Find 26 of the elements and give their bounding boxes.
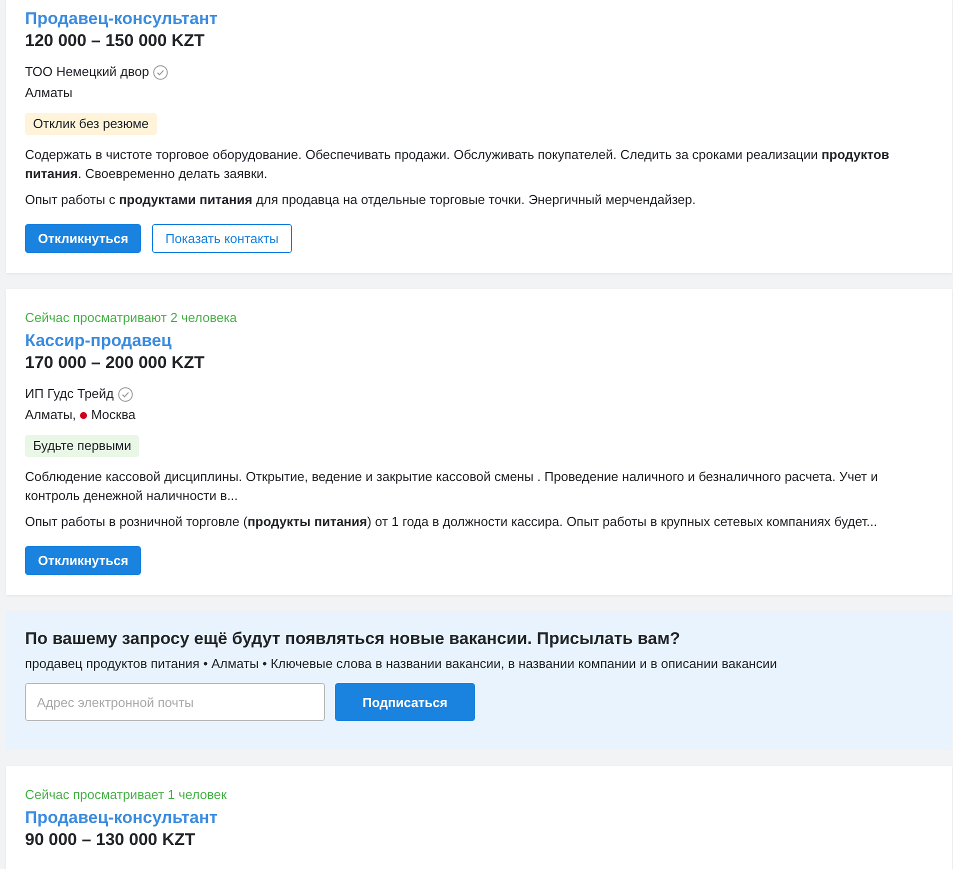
vacancy-description: Соблюдение кассовой дисциплины. Открытие, ведение и закрытие кассовой смены . Проведение наличного и безналичного расчета. Учет и контроль денежной наличности в... xyxy=(25,468,879,505)
vacancy-tag: Отклик без резюме xyxy=(25,113,157,135)
viewers-count: Сейчас просматривает 1 человек xyxy=(25,786,227,804)
city-name: Алматы xyxy=(25,84,72,102)
salary: 120 000 – 150 000 KZT xyxy=(25,30,205,52)
vacancy-description: Содержать в чистоте торговое оборудование. Обеспечивать продажи. Обслуживать покупателей. Следить за сроками реализации продуктов питания. Своевременно делать заявки. xyxy=(25,146,890,183)
respond-button[interactable]: Откликнуться xyxy=(25,224,142,253)
respond-button[interactable]: Откликнуться xyxy=(25,546,142,575)
vacancy-tag: Будьте первыми xyxy=(25,435,140,457)
salary: 170 000 – 200 000 KZT xyxy=(25,352,205,374)
email-input-field[interactable]: Адрес электронной почты xyxy=(25,683,325,721)
city-name: Алматы, xyxy=(25,406,76,424)
vacancy-requirements: Опыт работы с продуктами питания для продавца на отдельные торговые точки. Энергичный мерчендайзер. xyxy=(25,191,696,209)
viewers-count: Сейчас просматривают 2 человека xyxy=(25,309,237,327)
subscribe-button[interactable]: Подписаться xyxy=(335,683,475,721)
search-query-summary: продавец продуктов питания • Алматы • Ключевые слова в названии вакансии, в названии компании и в описании вакансии xyxy=(25,655,778,673)
vacancy-title-link[interactable]: Продавец-консультант xyxy=(25,8,218,30)
vacancy-title-link[interactable]: Продавец-консультант xyxy=(25,807,218,829)
show-contacts-button[interactable]: Показать контакты xyxy=(152,224,292,253)
salary: 90 000 – 130 000 KZT xyxy=(25,829,196,851)
company-name[interactable]: ТОО Немецкий двор xyxy=(25,62,150,82)
vacancy-requirements: Опыт работы в розничной торговле (продукты питания) от 1 года в должности кассира. Опыт работы в крупных сетевых компаниях будет... xyxy=(25,513,878,531)
vacancy-title-link[interactable]: Кассир-продавец xyxy=(25,330,172,352)
subscribe-title: По вашему запросу ещё будут появляться новые вакансии. Присылать вам? xyxy=(25,628,680,650)
company-name[interactable]: ИП Гудс Трейд xyxy=(25,384,114,404)
metro-station: Москва xyxy=(91,406,136,424)
